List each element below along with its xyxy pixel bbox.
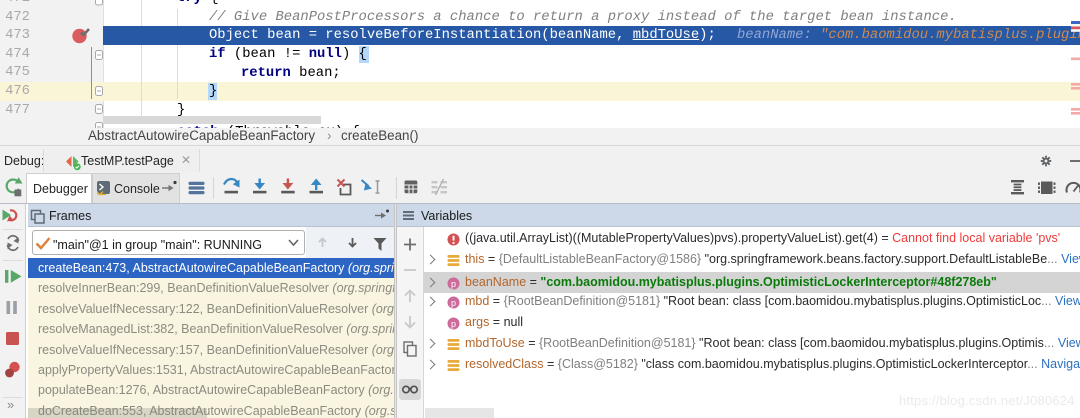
svg-text:p: p: [451, 298, 456, 308]
svg-text:p: p: [451, 278, 456, 288]
svg-text:p: p: [451, 319, 456, 329]
